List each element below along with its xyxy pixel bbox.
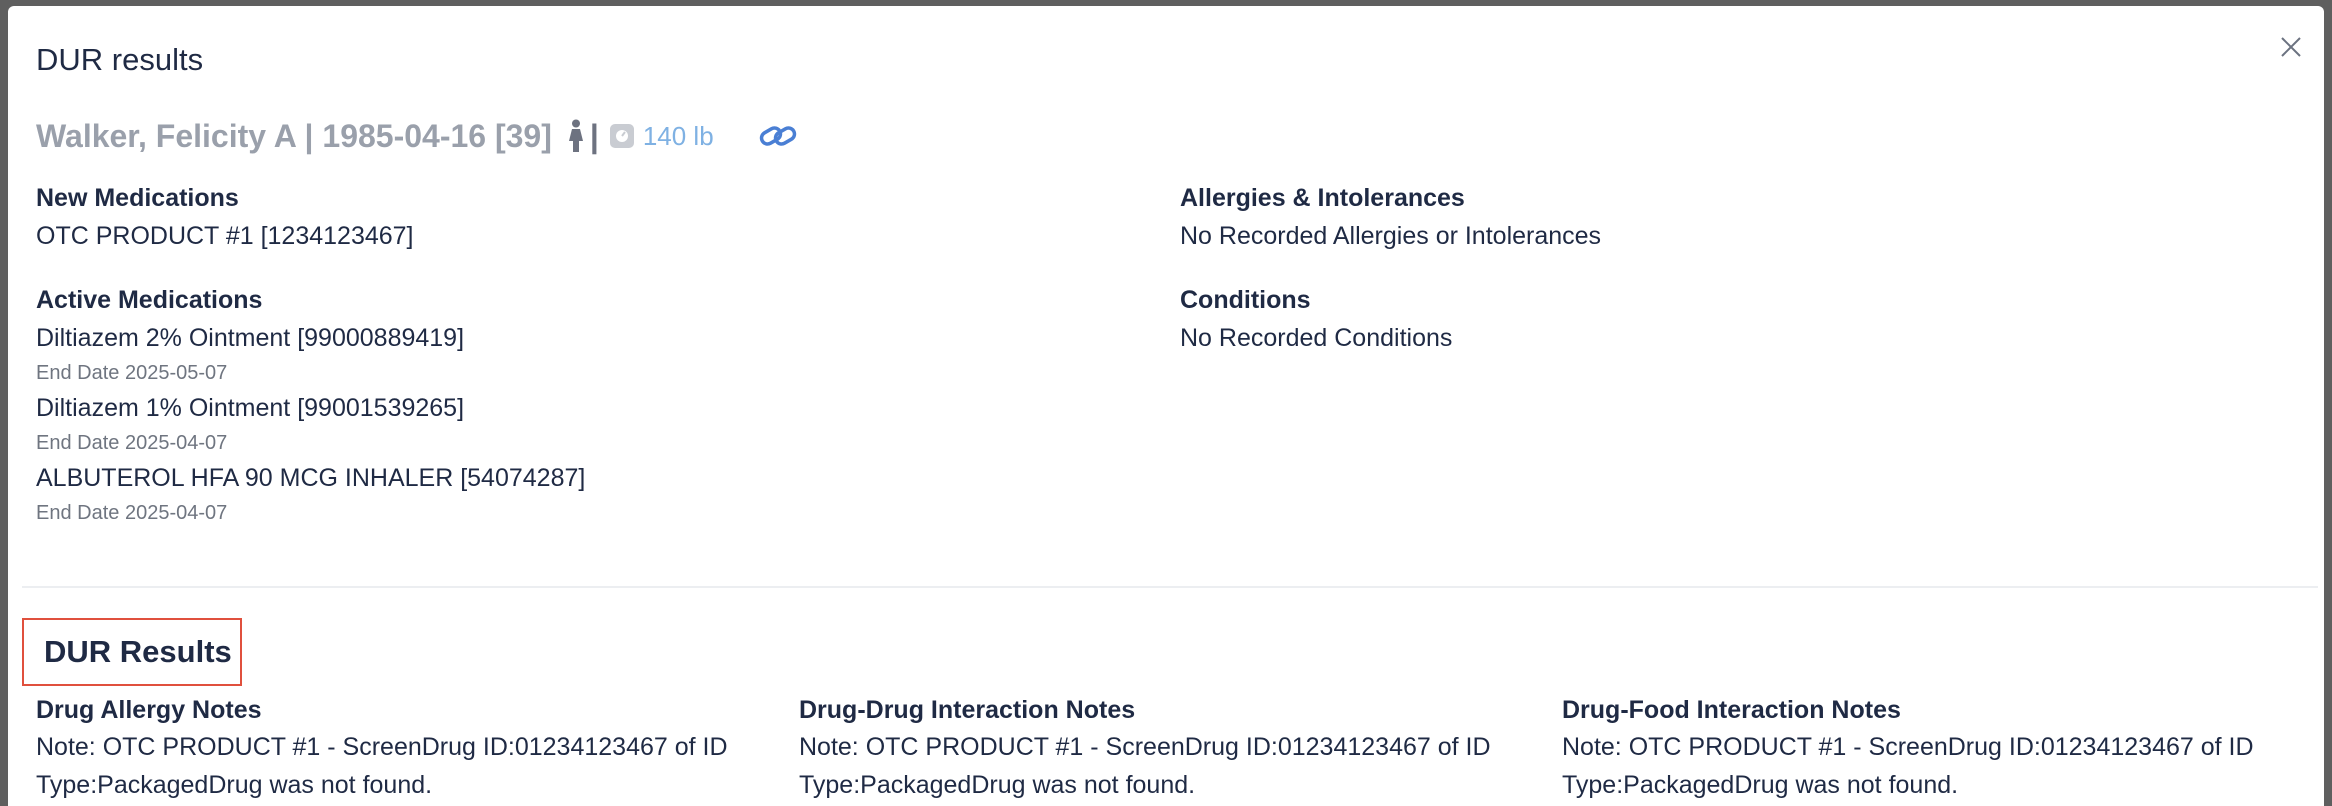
dur-results-title: DUR Results [44, 634, 232, 669]
dur-results-modal: DUR results Walker, Felicity A | 1985-04… [8, 6, 2324, 806]
active-medications-label: Active Medications [36, 286, 263, 314]
active-medication-end-date: End Date 2025-04-07 [36, 502, 228, 524]
drug-drug-interaction-note-text: Note: OTC PRODUCT #1 - ScreenDrug ID:012… [799, 733, 1491, 799]
active-medication-name: Diltiazem 1% Ointment [99001539265] [36, 394, 465, 422]
conditions-label: Conditions [1180, 286, 1311, 314]
new-medication-item: OTC PRODUCT #1 [1234123467] [36, 222, 414, 250]
conditions-value: No Recorded Conditions [1180, 324, 1453, 352]
drug-allergy-notes-label: Drug Allergy Notes [36, 696, 262, 724]
patient-name-dob: Walker, Felicity A | 1985-04-16 [39] [36, 117, 552, 154]
link-button[interactable] [758, 121, 798, 151]
female-person-icon [568, 119, 584, 153]
patient-weight: 140 lb [642, 120, 714, 151]
allergies-value: No Recorded Allergies or Intolerances [1180, 222, 1602, 250]
allergies-label: Allergies & Intolerances [1180, 184, 1465, 212]
modal-title: DUR results [36, 42, 204, 77]
close-icon [2281, 37, 2301, 57]
drug-food-interaction-label: Drug-Food Interaction Notes [1562, 696, 1901, 724]
drug-drug-interaction-label: Drug-Drug Interaction Notes [799, 696, 1136, 724]
drug-food-interaction-notes: Drug-Food Interaction Notes Note: OTC PR… [1562, 692, 2302, 804]
drug-food-interaction-note-text: Note: OTC PRODUCT #1 - ScreenDrug ID:012… [1562, 733, 2254, 799]
active-medication-end-date: End Date 2025-04-07 [36, 432, 228, 454]
new-medications-label: New Medications [36, 184, 239, 212]
drug-allergy-notes: Drug Allergy Notes Note: OTC PRODUCT #1 … [36, 692, 776, 804]
separator: | [589, 117, 599, 154]
patient-header: Walker, Felicity A | 1985-04-16 [39] | 1… [36, 114, 798, 158]
drug-allergy-note-text: Note: OTC PRODUCT #1 - ScreenDrug ID:012… [36, 733, 728, 799]
scale-icon [609, 123, 635, 149]
close-button[interactable] [2276, 32, 2306, 62]
active-medication-name: Diltiazem 2% Ointment [99000889419] [36, 324, 465, 352]
divider [22, 586, 2318, 588]
dur-results-heading-box: DUR Results [22, 618, 242, 686]
active-medication-end-date: End Date 2025-05-07 [36, 362, 228, 384]
drug-drug-interaction-notes: Drug-Drug Interaction Notes Note: OTC PR… [799, 692, 1539, 804]
active-medication-name: ALBUTEROL HFA 90 MCG INHALER [54074287] [36, 464, 586, 492]
link-icon [759, 126, 796, 146]
